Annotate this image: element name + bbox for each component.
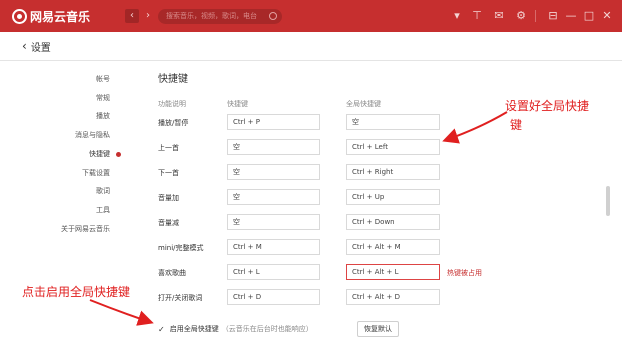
- row-label-next: 下一首: [158, 169, 179, 177]
- sidebar-item-privacy[interactable]: 消息与隐私: [75, 130, 110, 140]
- settings-gear-icon[interactable]: ⚙: [514, 9, 528, 23]
- global-shortcut-field-mini-mode[interactable]: Ctrl + Alt + M: [346, 239, 440, 255]
- global-shortcut-field-next[interactable]: Ctrl + Right: [346, 164, 440, 180]
- global-shortcut-field-like-song[interactable]: Ctrl + Alt + L: [346, 264, 440, 280]
- row-label-mini-mode: mini/完整模式: [158, 244, 204, 252]
- column-header-global: 全局快捷键: [346, 100, 381, 108]
- search-icon[interactable]: [269, 12, 277, 20]
- app-logo[interactable]: 网易云音乐: [12, 7, 90, 25]
- sidebar-item-general[interactable]: 常规: [96, 93, 110, 103]
- nav-forward-button[interactable]: ›: [141, 9, 155, 23]
- annotation-arrow-checkbox: [89, 299, 154, 326]
- vertical-scrollbar[interactable]: [606, 186, 610, 216]
- sidebar-item-tools[interactable]: 工具: [96, 205, 110, 215]
- maximize-icon[interactable]: □: [582, 9, 596, 23]
- search-placeholder: 搜索音乐，视频，歌词，电台: [166, 12, 257, 20]
- title-bar: 网易云音乐 ‹ › 搜索音乐，视频，歌词，电台 ▾ ⊤ ✉ ⚙ ⊟ — □ ✕: [0, 0, 622, 32]
- annotation-arrow-global-field: [442, 111, 508, 144]
- sidebar-item-account[interactable]: 帐号: [96, 74, 110, 84]
- sidebar-item-shortcuts[interactable]: 快捷键: [89, 149, 110, 159]
- sidebar-item-playback[interactable]: 播放: [96, 111, 110, 121]
- shortcut-field-play-pause[interactable]: Ctrl + P: [227, 114, 320, 130]
- chevron-left-icon: ‹: [22, 39, 27, 53]
- shortcut-field-toggle-lyrics[interactable]: Ctrl + D: [227, 289, 320, 305]
- global-shortcut-field-play-pause[interactable]: 空: [346, 114, 440, 130]
- nav-back-button[interactable]: ‹: [125, 9, 139, 23]
- restore-defaults-button[interactable]: 恢复默认: [357, 321, 399, 337]
- checkmark-icon[interactable]: ✓: [158, 325, 165, 334]
- global-shortcut-field-previous[interactable]: Ctrl + Left: [346, 139, 440, 155]
- row-label-toggle-lyrics: 打开/关闭歌词: [158, 294, 203, 302]
- annotation-set-global-line1: 设置好全局快捷: [505, 99, 590, 113]
- sidebar-item-download[interactable]: 下载设置: [82, 168, 110, 178]
- annotation-click-enable: 点击启用全局快捷键: [22, 285, 131, 299]
- chevron-down-icon[interactable]: ▾: [450, 9, 464, 23]
- sidebar-item-about[interactable]: 关于网易云音乐: [61, 224, 110, 234]
- search-input[interactable]: 搜索音乐，视频，歌词，电台: [158, 9, 282, 24]
- enable-global-shortcuts-checkbox[interactable]: ✓ 启用全局快捷键 （云音乐在后台时也能响应）: [158, 324, 313, 334]
- shortcut-field-previous[interactable]: 空: [227, 139, 320, 155]
- section-title: 快捷键: [158, 74, 188, 85]
- mini-mode-icon[interactable]: ⊟: [546, 9, 560, 23]
- mail-icon[interactable]: ✉: [492, 9, 506, 23]
- enable-global-shortcuts-hint: （云音乐在后台时也能响应）: [221, 325, 313, 333]
- row-label-volume-down: 音量减: [158, 219, 179, 227]
- shortcut-field-next[interactable]: 空: [227, 164, 320, 180]
- header-divider: [0, 60, 622, 61]
- row-label-play-pause: 播放/暂停: [158, 119, 189, 127]
- skin-icon[interactable]: ⊤: [470, 9, 484, 23]
- hotkey-conflict-warning: 热键被占用: [447, 269, 482, 277]
- column-header-function: 功能说明: [158, 100, 186, 108]
- global-shortcut-field-toggle-lyrics[interactable]: Ctrl + Alt + D: [346, 289, 440, 305]
- global-shortcut-field-volume-up[interactable]: Ctrl + Up: [346, 189, 440, 205]
- shortcut-field-mini-mode[interactable]: Ctrl + M: [227, 239, 320, 255]
- shortcut-field-volume-down[interactable]: 空: [227, 214, 320, 230]
- enable-global-shortcuts-label: 启用全局快捷键: [169, 325, 219, 333]
- sidebar-item-lyrics[interactable]: 歌词: [96, 186, 110, 196]
- titlebar-divider: [535, 10, 536, 22]
- row-label-like-song: 喜欢歌曲: [158, 269, 186, 277]
- column-header-local: 快捷键: [227, 100, 248, 108]
- settings-back-link[interactable]: ‹ 设置: [22, 38, 51, 54]
- global-shortcut-field-volume-down[interactable]: Ctrl + Down: [346, 214, 440, 230]
- page-title: 设置: [30, 42, 51, 54]
- row-label-volume-up: 音量加: [158, 194, 179, 202]
- row-label-previous: 上一首: [158, 144, 179, 152]
- shortcut-field-volume-up[interactable]: 空: [227, 189, 320, 205]
- app-name: 网易云音乐: [30, 9, 91, 24]
- shortcut-field-like-song[interactable]: Ctrl + L: [227, 264, 320, 280]
- close-icon[interactable]: ✕: [600, 9, 614, 23]
- minimize-icon[interactable]: —: [564, 9, 578, 23]
- active-indicator-dot: [116, 152, 121, 157]
- netease-music-logo-icon: [12, 8, 27, 24]
- annotation-set-global-line2: 键: [510, 118, 523, 132]
